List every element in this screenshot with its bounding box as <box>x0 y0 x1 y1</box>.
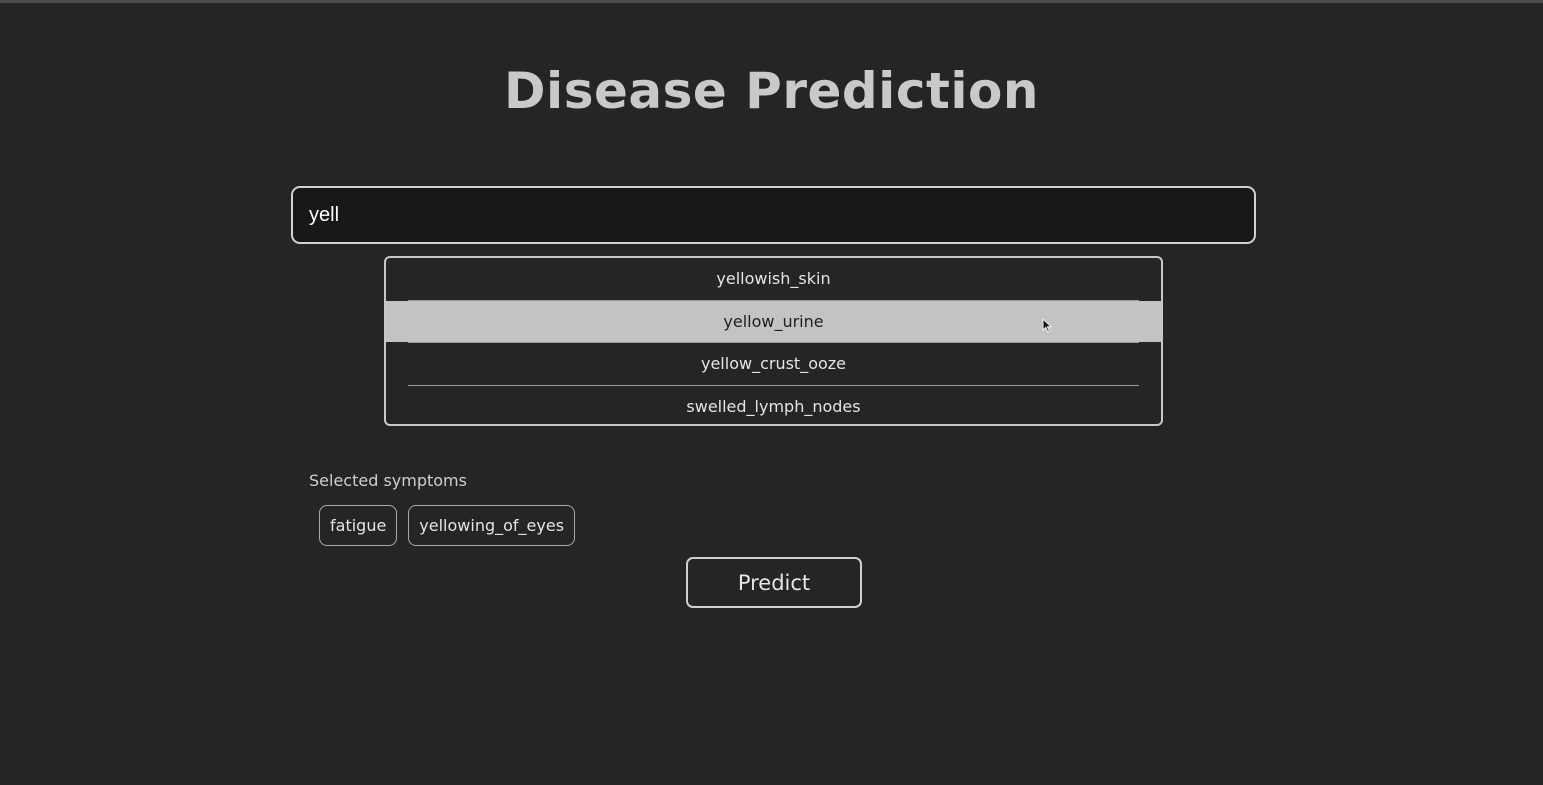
symptom-chip[interactable]: yellowing_of_eyes <box>408 505 576 546</box>
selected-symptoms-list: fatigue yellowing_of_eyes <box>319 505 576 546</box>
symptom-search-input[interactable] <box>291 186 1256 244</box>
page-title: Disease Prediction <box>504 62 1039 120</box>
suggestion-item[interactable]: yellowish_skin <box>386 258 1161 300</box>
predict-button[interactable]: Predict <box>686 557 862 608</box>
selected-symptoms-label: Selected symptoms <box>309 471 467 490</box>
symptom-chip[interactable]: fatigue <box>319 505 398 546</box>
window-top-border <box>0 0 1543 3</box>
mouse-pointer-icon <box>1042 318 1053 333</box>
suggestion-item[interactable]: swelled_lymph_nodes <box>386 386 1161 425</box>
suggestion-dropdown: yellowish_skin yellow_urine yellow_crust… <box>384 256 1163 426</box>
suggestion-item[interactable]: yellow_crust_ooze <box>386 343 1161 385</box>
